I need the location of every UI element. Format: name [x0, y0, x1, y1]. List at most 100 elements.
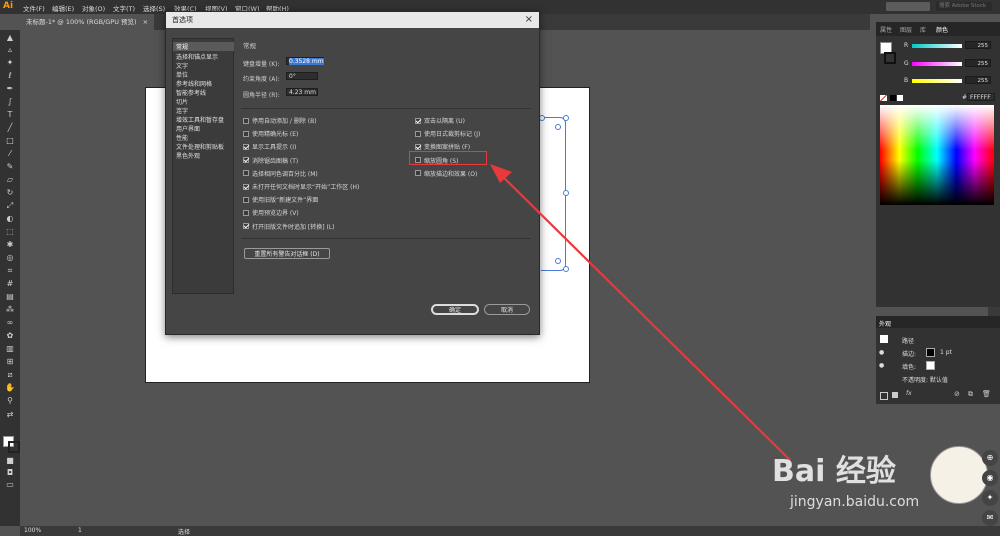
draw-mode-icon[interactable]: ◘ — [5, 468, 15, 477]
magic-wand-tool-icon[interactable]: ✦ — [5, 58, 15, 67]
shaper-tool-icon[interactable]: ✎ — [5, 162, 15, 171]
zoom-level[interactable]: 100% — [24, 527, 41, 534]
corner-widget[interactable] — [555, 258, 561, 264]
r-value-input[interactable]: 255 — [965, 41, 991, 49]
stroke-weight[interactable]: 1 pt — [940, 349, 952, 356]
stroke-swatch[interactable] — [884, 52, 896, 64]
checkbox[interactable] — [243, 223, 249, 230]
checkbox[interactable] — [415, 117, 421, 124]
paintbrush-tool-icon[interactable]: ⁄ — [5, 149, 15, 158]
category-general[interactable]: 常规 — [173, 42, 234, 51]
type-tool-icon[interactable]: T — [5, 110, 15, 119]
share-icon[interactable]: ⊕ — [982, 450, 998, 466]
workspace-switcher[interactable] — [886, 2, 930, 11]
shape-builder-tool-icon[interactable]: ◎ — [5, 253, 15, 262]
appearance-row-fill[interactable]: ● 填色: — [876, 360, 1000, 372]
category-performance[interactable]: 性能 — [176, 133, 188, 142]
qq-icon[interactable]: ◉ — [982, 470, 998, 486]
fill-color-swatch[interactable] — [926, 361, 935, 370]
corner-radius-input[interactable]: 4.23 mm — [286, 88, 318, 96]
weibo-icon[interactable]: ✦ — [982, 490, 998, 506]
selection-handle[interactable] — [563, 190, 569, 196]
color-mode-icon[interactable]: ■ — [5, 456, 15, 465]
tab-layers[interactable]: 图层 — [900, 25, 912, 34]
left-option-0[interactable]: 停用自动添加 / 删除 (B) — [243, 116, 317, 125]
category-black-appearance[interactable]: 黑色外观 — [176, 151, 200, 160]
symbol-sprayer-tool-icon[interactable]: ✿ — [5, 331, 15, 340]
gradient-tool-icon[interactable]: ▤ — [5, 292, 15, 301]
eye-icon[interactable]: ● — [879, 362, 884, 369]
black-swatch[interactable] — [890, 95, 896, 101]
appearance-row-path[interactable]: 路径 — [876, 334, 1000, 346]
category-plugins[interactable]: 增效工具和暂存盘 — [176, 115, 224, 124]
left-option-6[interactable]: 使用旧版“新建文件”界面 — [243, 195, 318, 204]
close-icon[interactable]: × — [525, 14, 533, 26]
blend-tool-icon[interactable]: ∞ — [5, 318, 15, 327]
checkbox[interactable] — [243, 183, 249, 190]
pen-tool-icon[interactable]: ✒ — [5, 84, 15, 93]
checkbox[interactable] — [243, 157, 249, 164]
right-option-4[interactable]: 缩放描边和效果 (O) — [415, 169, 477, 178]
checkbox[interactable] — [415, 143, 421, 150]
category-units[interactable]: 单位 — [176, 70, 188, 79]
left-option-5[interactable]: 未打开任何文档时显示“开始”工作区 (H) — [243, 182, 359, 191]
none-color-icon[interactable] — [880, 95, 887, 101]
selection-handle[interactable] — [563, 115, 569, 121]
stroke-color-swatch[interactable] — [8, 441, 20, 453]
checkbox[interactable] — [243, 209, 249, 216]
lasso-tool-icon[interactable]: ℓ — [5, 71, 15, 80]
tab-properties[interactable]: 属性 — [880, 25, 892, 34]
eraser-tool-icon[interactable]: ▱ — [5, 175, 15, 184]
checkbox[interactable] — [415, 170, 421, 177]
cancel-button[interactable]: 取消 — [484, 304, 530, 315]
category-slices[interactable]: 切片 — [176, 97, 188, 106]
swap-fill-stroke-icon[interactable]: ⇄ — [5, 410, 15, 419]
clear-appearance-icon[interactable]: ⊘ — [954, 390, 960, 398]
eye-icon[interactable]: ● — [879, 349, 884, 356]
eyedropper-tool-icon[interactable]: ⁂ — [5, 305, 15, 314]
warp-tool-icon[interactable]: ◐ — [5, 214, 15, 223]
add-stroke-icon[interactable] — [880, 392, 888, 400]
corner-widget[interactable] — [555, 124, 561, 130]
hand-tool-icon[interactable]: ✋ — [5, 383, 15, 392]
left-option-7[interactable]: 使用预览边界 (V) — [243, 208, 299, 217]
g-slider[interactable] — [912, 62, 962, 66]
close-tab-icon[interactable]: × — [143, 18, 148, 26]
keyboard-increment-input[interactable]: 0.3528 mm — [286, 57, 324, 65]
mesh-tool-icon[interactable]: # — [5, 279, 15, 288]
reset-warnings-button[interactable]: 重置所有警告对话框 (D) — [244, 248, 330, 259]
direct-selection-tool-icon[interactable]: ▵ — [5, 45, 15, 54]
checkbox[interactable] — [243, 170, 249, 177]
checkbox[interactable] — [243, 130, 249, 137]
trash-icon[interactable]: 🗑 — [982, 390, 991, 398]
selection-handle[interactable] — [563, 266, 569, 272]
category-type[interactable]: 文字 — [176, 61, 188, 70]
appearance-row-opacity[interactable]: 不透明度: 默认值 — [876, 373, 1000, 385]
slice-tool-icon[interactable]: ⧄ — [5, 370, 15, 379]
menu-object[interactable]: 对象(O) — [82, 3, 105, 13]
scale-tool-icon[interactable]: ⤢ — [5, 201, 15, 210]
free-transform-tool-icon[interactable]: ⬚ — [5, 227, 15, 236]
add-fill-icon[interactable] — [892, 392, 898, 398]
graph-tool-icon[interactable]: ▥ — [5, 344, 15, 353]
left-option-8[interactable]: 打开旧版文件时追加 [转换] (L) — [243, 222, 335, 231]
menu-select[interactable]: 选择(S) — [143, 3, 165, 13]
white-swatch[interactable] — [897, 95, 903, 101]
stroke-color-swatch[interactable] — [926, 348, 935, 357]
perspective-grid-tool-icon[interactable]: ⌗ — [5, 266, 15, 275]
tab-libraries[interactable]: 库 — [920, 25, 926, 34]
constrain-angle-input[interactable]: 0° — [286, 72, 318, 80]
stock-search-input[interactable]: 搜索 Adobe Stock — [936, 2, 992, 11]
document-tab[interactable]: 未标题-1* @ 100% (RGB/GPU 预览) × — [20, 14, 155, 30]
curvature-tool-icon[interactable]: ∫ — [5, 97, 15, 106]
left-option-1[interactable]: 使用精确光标 (E) — [243, 129, 298, 138]
checkbox[interactable] — [243, 196, 249, 203]
category-file-handling[interactable]: 文件处理和剪贴板 — [176, 142, 224, 151]
checkbox[interactable] — [243, 117, 249, 124]
checkbox[interactable] — [243, 143, 249, 150]
r-slider[interactable] — [912, 44, 962, 48]
fx-icon[interactable]: fx — [906, 390, 912, 397]
left-option-2[interactable]: 显示工具提示 (I) — [243, 142, 296, 151]
menu-edit[interactable]: 编辑(E) — [52, 3, 74, 13]
g-value-input[interactable]: 255 — [965, 59, 991, 67]
